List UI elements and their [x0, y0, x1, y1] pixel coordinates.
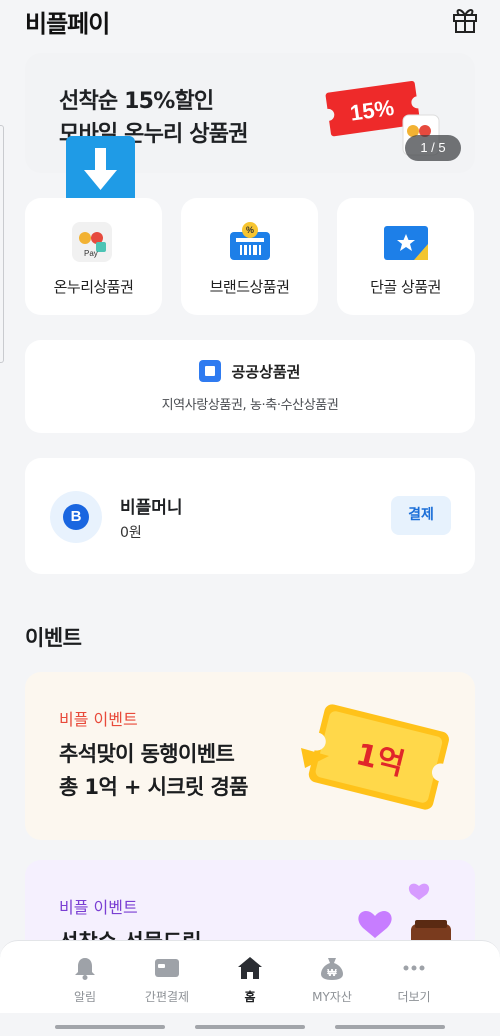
- system-nav-home[interactable]: [195, 1025, 305, 1029]
- tile-regular-voucher[interactable]: 단골 상품권: [337, 198, 474, 315]
- tab-label: 더보기: [397, 990, 431, 1004]
- public-voucher-title: 공공상품권: [231, 363, 301, 381]
- more-dots-icon: [403, 965, 425, 971]
- home-icon: [238, 957, 262, 979]
- svg-text:Pay: Pay: [84, 249, 98, 258]
- svg-text:%: %: [246, 225, 254, 235]
- tile-brand-voucher[interactable]: % 브랜드상품권: [181, 198, 318, 315]
- tab-label: 홈: [244, 990, 256, 1004]
- regular-store-voucher-icon: [384, 226, 428, 260]
- side-drawer-handle[interactable]: [0, 125, 4, 363]
- tab-more[interactable]: 더보기: [373, 941, 455, 1014]
- bottom-tab-bar: 알림 간편결제 홈 ₩ MY자산 더보기: [0, 940, 500, 1013]
- public-voucher-card[interactable]: 공공상품권 지역사랑상품권, 농·축·수산상품권: [25, 340, 475, 433]
- onnuri-pay-icon: Pay: [72, 222, 112, 262]
- card-icon: [155, 959, 179, 977]
- tile-label: 온누리상품권: [53, 278, 134, 296]
- system-nav-back[interactable]: [335, 1025, 445, 1029]
- tab-label: 알림: [73, 990, 97, 1004]
- money-name: 비플머니: [120, 498, 183, 518]
- biple-money-avatar: B: [50, 491, 102, 543]
- event-card-chuseok[interactable]: 비플 이벤트 추석맞이 동행이벤트 총 1억 + 시크릿 경품 1억: [25, 672, 475, 840]
- money-balance: 0원: [120, 525, 142, 541]
- event-title-line2: 총 1억 + 시크릿 경품: [59, 775, 249, 799]
- avatar-letter: B: [63, 504, 89, 530]
- tab-easy-pay[interactable]: 간편결제: [126, 941, 208, 1014]
- golden-ticket-icon: 1억: [301, 704, 450, 810]
- public-voucher-icon: [199, 360, 222, 382]
- public-voucher-subtitle: 지역사랑상품권, 농·축·수산상품권: [161, 398, 339, 413]
- tile-onnuri-voucher[interactable]: Pay 온누리상품권: [25, 198, 162, 315]
- tab-label: MY자산: [312, 990, 352, 1004]
- event-tag: 비플 이벤트: [59, 898, 138, 917]
- tile-label: 단골 상품권: [370, 278, 441, 296]
- download-arrow-icon[interactable]: [66, 136, 135, 204]
- banner-line1: 선착순 15%할인: [59, 89, 214, 114]
- svg-text:₩: ₩: [327, 968, 337, 979]
- tile-label: 브랜드상품권: [209, 278, 290, 296]
- pay-button[interactable]: 결제: [391, 496, 451, 535]
- app-header: 비플페이: [0, 0, 500, 42]
- tab-label: 간편결제: [144, 990, 190, 1004]
- event-tag: 비플 이벤트: [59, 710, 138, 729]
- tab-home[interactable]: 홈: [209, 941, 291, 1014]
- page-title: 비플페이: [25, 10, 110, 38]
- tab-notifications[interactable]: 알림: [44, 941, 126, 1014]
- public-voucher-title-row: 공공상품권: [25, 360, 475, 382]
- tab-my-assets[interactable]: ₩ MY자산: [291, 941, 373, 1014]
- gift-icon[interactable]: [450, 4, 480, 34]
- biple-money-card: B 비플머니 0원 결제: [25, 458, 475, 574]
- events-section-title: 이벤트: [25, 626, 82, 650]
- bell-icon: [75, 958, 95, 980]
- money-bag-icon: ₩: [321, 958, 343, 980]
- brand-voucher-icon: %: [230, 222, 270, 260]
- banner-page-counter: 1 / 5: [405, 135, 461, 161]
- system-navigation-bar: [0, 1013, 500, 1036]
- system-nav-recents[interactable]: [55, 1025, 165, 1029]
- event-title-line1: 추석맞이 동행이벤트: [59, 742, 235, 766]
